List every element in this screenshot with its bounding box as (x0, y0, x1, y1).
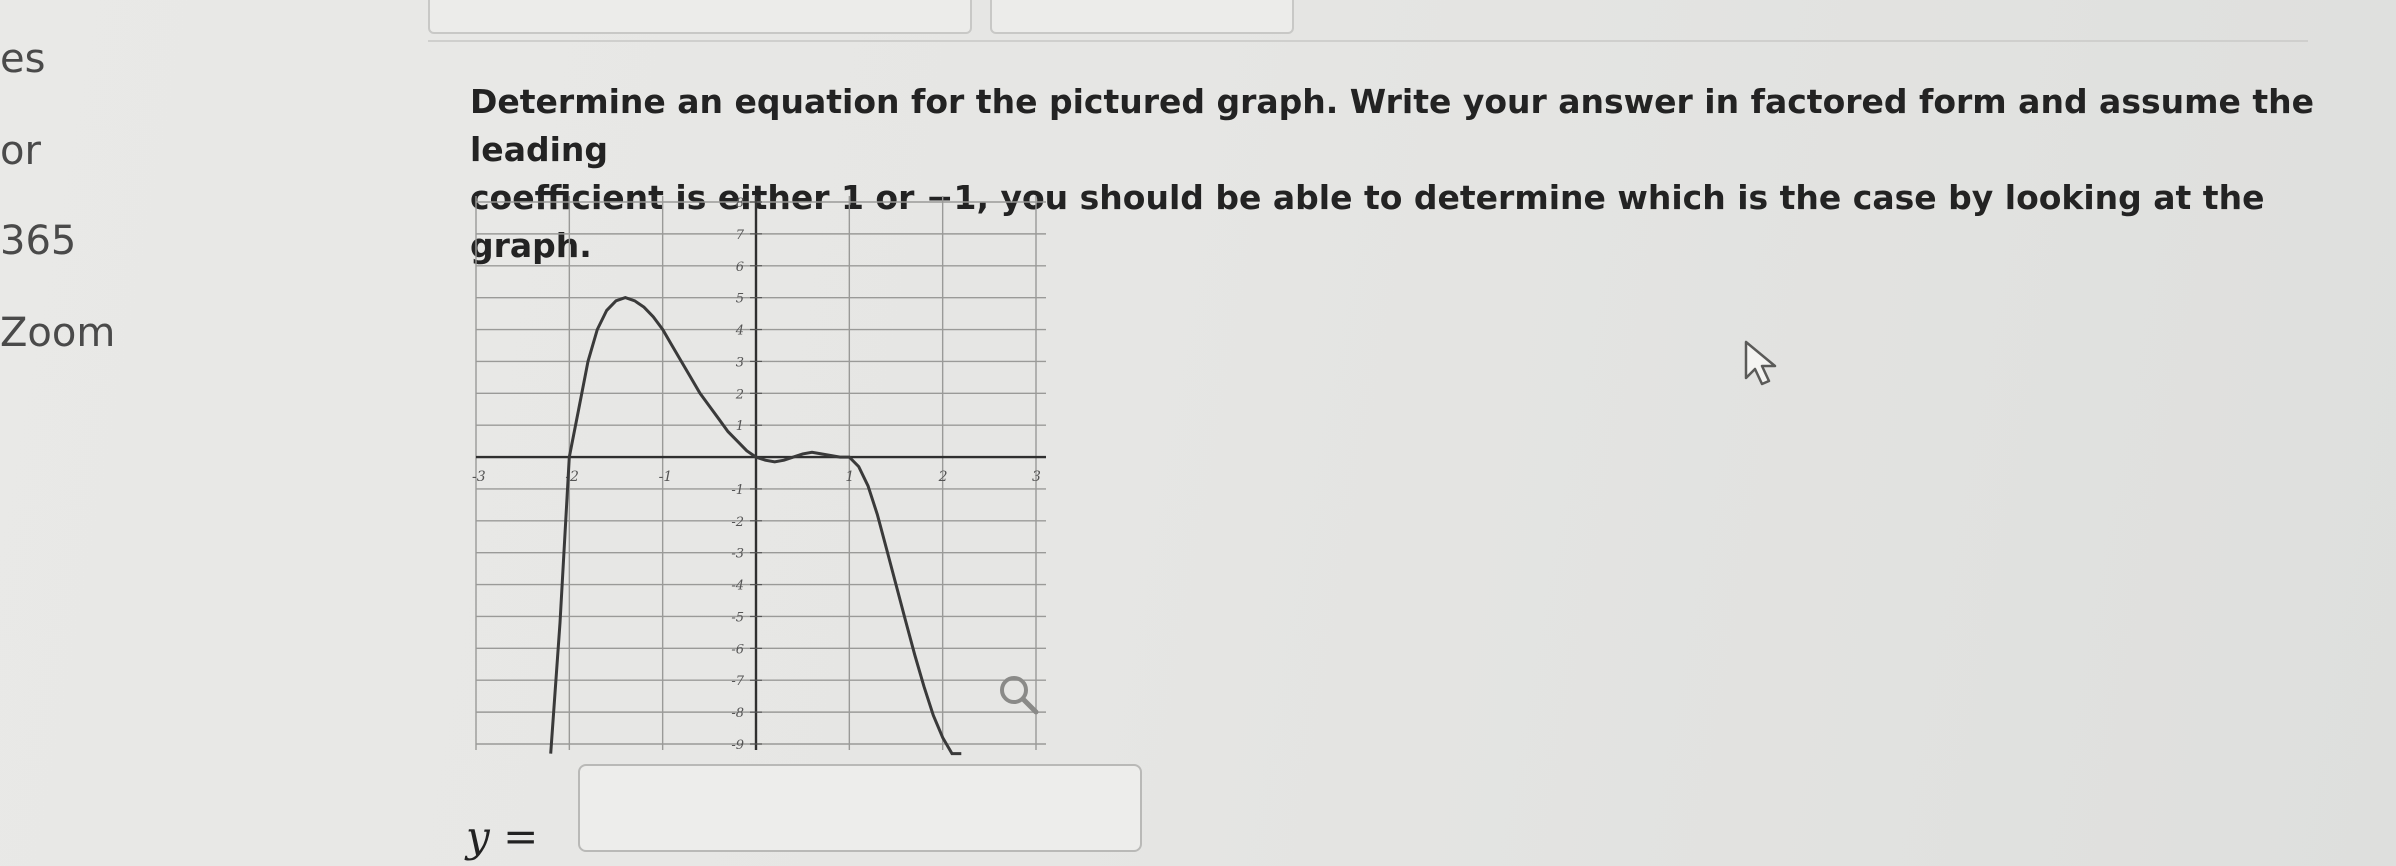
sidebar-item-1[interactable]: es (0, 36, 45, 82)
y-tick-label: -1 (731, 483, 744, 498)
y-tick-label: 7 (736, 228, 745, 243)
y-tick-label: -2 (731, 515, 744, 530)
sidebar-item-2[interactable]: or (0, 128, 41, 174)
y-tick-label: -3 (731, 547, 744, 562)
x-tick-label: 1 (845, 469, 854, 485)
sidebar-item-3[interactable]: 365 (0, 218, 76, 264)
y-tick-label: 1 (736, 419, 744, 434)
x-tick-label: 3 (1032, 469, 1041, 485)
y-tick-label: -8 (731, 706, 744, 721)
magnifier-icon[interactable] (996, 672, 1042, 722)
graph: -3 -2 -1 1 2 3 8 7 6 5 4 3 2 1 -1 -2 -3 -4 -5 -6 -7 -8 -9 (466, 188, 1046, 762)
y-tick-label: -7 (731, 674, 744, 689)
top-tab-right[interactable] (990, 0, 1294, 34)
x-tick-label: -1 (659, 469, 673, 485)
y-tick-label: 4 (735, 324, 744, 339)
question-line-1: Determine an equation for the pictured g… (470, 82, 2315, 169)
top-divider (428, 40, 2308, 42)
mouse-pointer-icon (1742, 338, 1788, 392)
top-tab-left[interactable] (428, 0, 972, 34)
x-tick-label: -3 (472, 469, 486, 485)
x-tick-label: 2 (938, 469, 948, 485)
y-tick-label: 8 (736, 196, 744, 211)
y-tick-label: -9 (731, 738, 744, 753)
y-tick-label: -5 (731, 610, 744, 625)
y-tick-label: 3 (736, 355, 744, 370)
y-tick-label: 2 (735, 387, 744, 402)
y-tick-label: -6 (731, 642, 744, 657)
y-tick-label: -4 (731, 579, 744, 594)
answer-label: y = (466, 812, 539, 861)
answer-input[interactable] (578, 764, 1142, 852)
y-tick-label: 5 (736, 292, 744, 307)
sidebar-item-zoom[interactable]: Zoom (0, 310, 115, 356)
y-tick-label: 6 (736, 260, 744, 275)
graph-chart: -3 -2 -1 1 2 387654321-1-2-3-4-5-6-7-8-9 (472, 196, 1046, 756)
